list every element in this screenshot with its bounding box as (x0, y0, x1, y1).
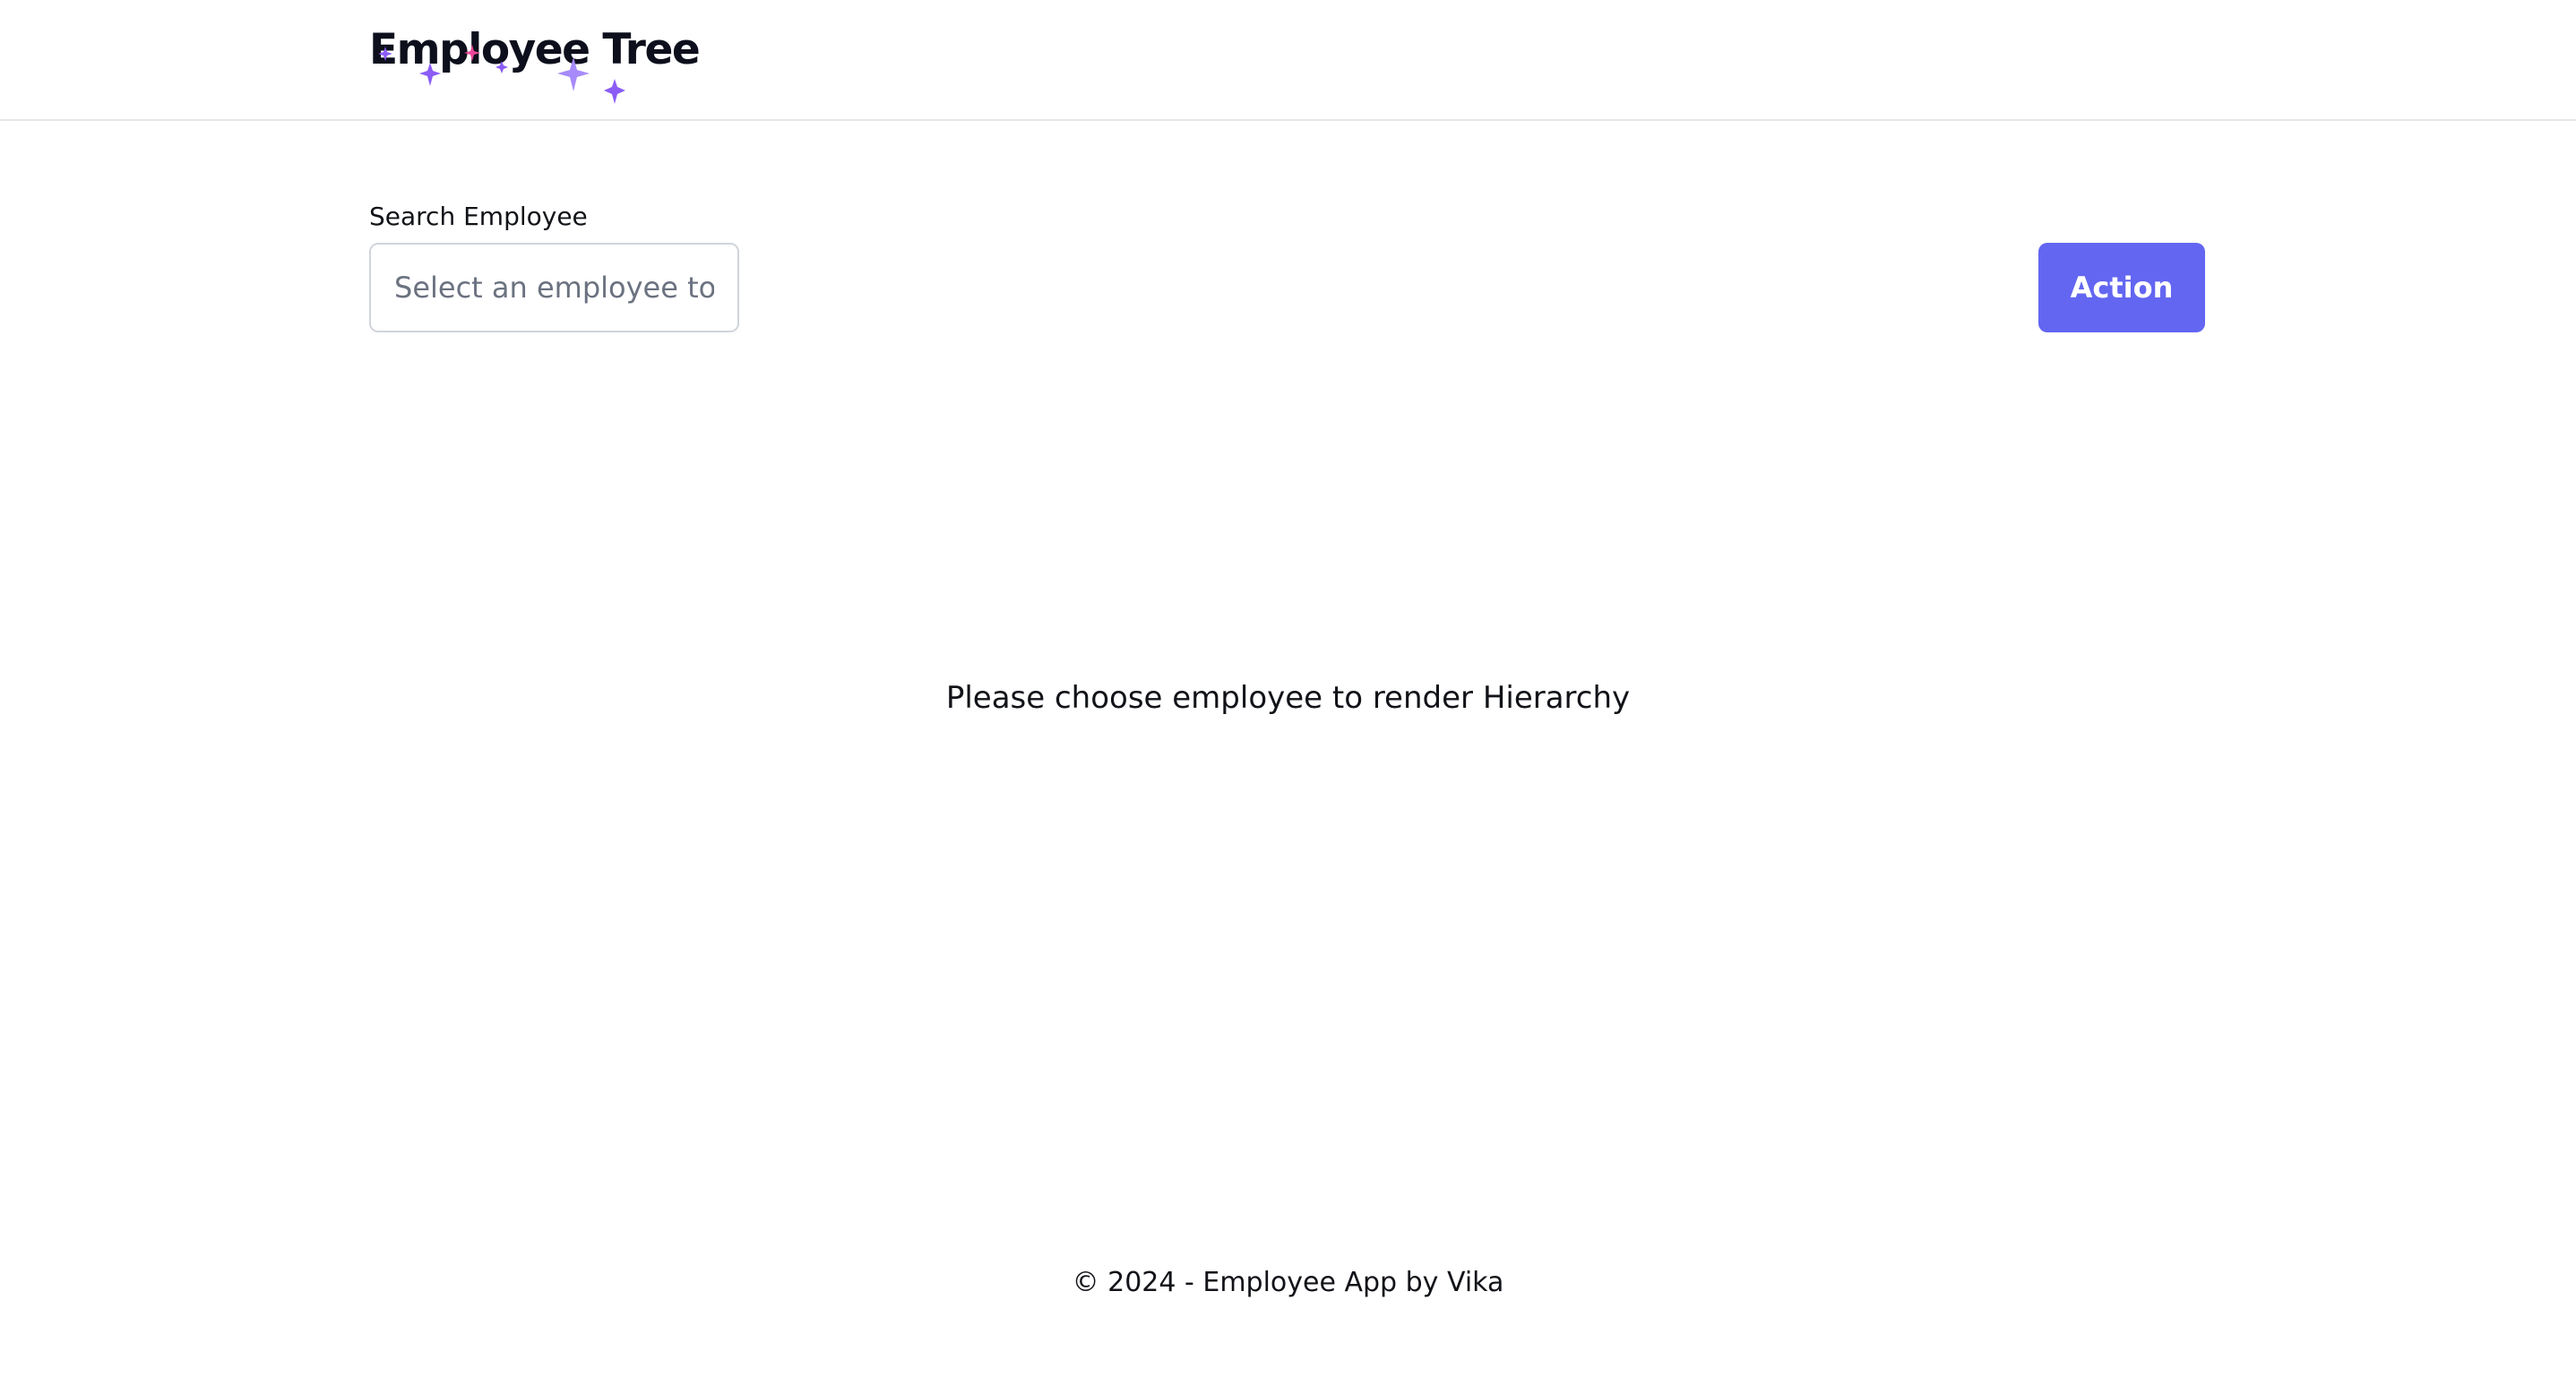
sparkle-icon (419, 63, 441, 86)
sparkle-icon (557, 57, 590, 91)
footer-copyright: © 2024 - Employee App by Vika (1072, 1267, 1504, 1298)
brand-logo[interactable]: Employee Tree (369, 22, 710, 111)
search-input[interactable] (369, 243, 739, 332)
app-header: Employee Tree (0, 0, 2576, 121)
sparkles-icon (378, 45, 625, 104)
action-button[interactable]: Action (2038, 243, 2205, 332)
sparkle-icon (378, 47, 392, 61)
sparkle-icon (604, 79, 625, 104)
search-label: Search Employee (369, 202, 588, 231)
empty-state-message: Please choose employee to render Hierarc… (945, 680, 1631, 716)
sparkle-icon (464, 45, 480, 61)
sparkle-icon (495, 61, 508, 73)
